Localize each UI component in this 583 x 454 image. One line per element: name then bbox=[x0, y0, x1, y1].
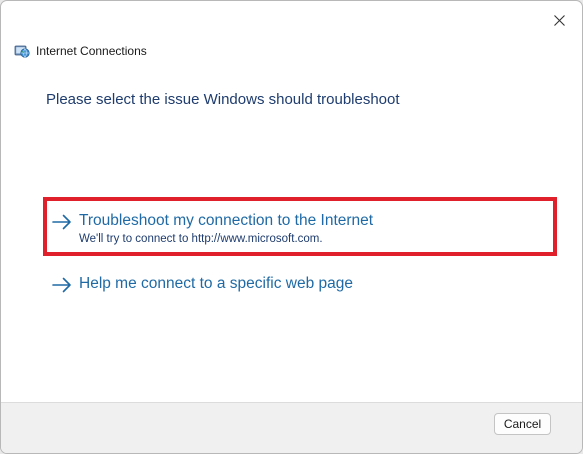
troubleshooter-window: Internet Connections Please select the i… bbox=[0, 0, 583, 454]
dialog-footer: Cancel bbox=[1, 402, 582, 453]
option-title: Help me connect to a specific web page bbox=[79, 275, 353, 292]
close-icon bbox=[553, 14, 565, 26]
option-title: Troubleshoot my connection to the Intern… bbox=[79, 212, 374, 229]
arrow-right-icon bbox=[52, 277, 71, 293]
option-connect-web-page[interactable]: Help me connect to a specific web page bbox=[51, 274, 353, 295]
option-troubleshoot-connection[interactable]: Troubleshoot my connection to the Intern… bbox=[51, 211, 373, 245]
title-bar: Internet Connections bbox=[14, 42, 147, 60]
option-subtitle: We'll try to connect to http://www.micro… bbox=[79, 233, 323, 245]
close-button[interactable] bbox=[546, 9, 572, 31]
cancel-button[interactable]: Cancel bbox=[494, 413, 551, 435]
network-globe-icon bbox=[14, 43, 30, 59]
page-heading: Please select the issue Windows should t… bbox=[46, 91, 400, 108]
arrow-right-icon bbox=[52, 214, 71, 230]
window-title: Internet Connections bbox=[36, 44, 147, 58]
